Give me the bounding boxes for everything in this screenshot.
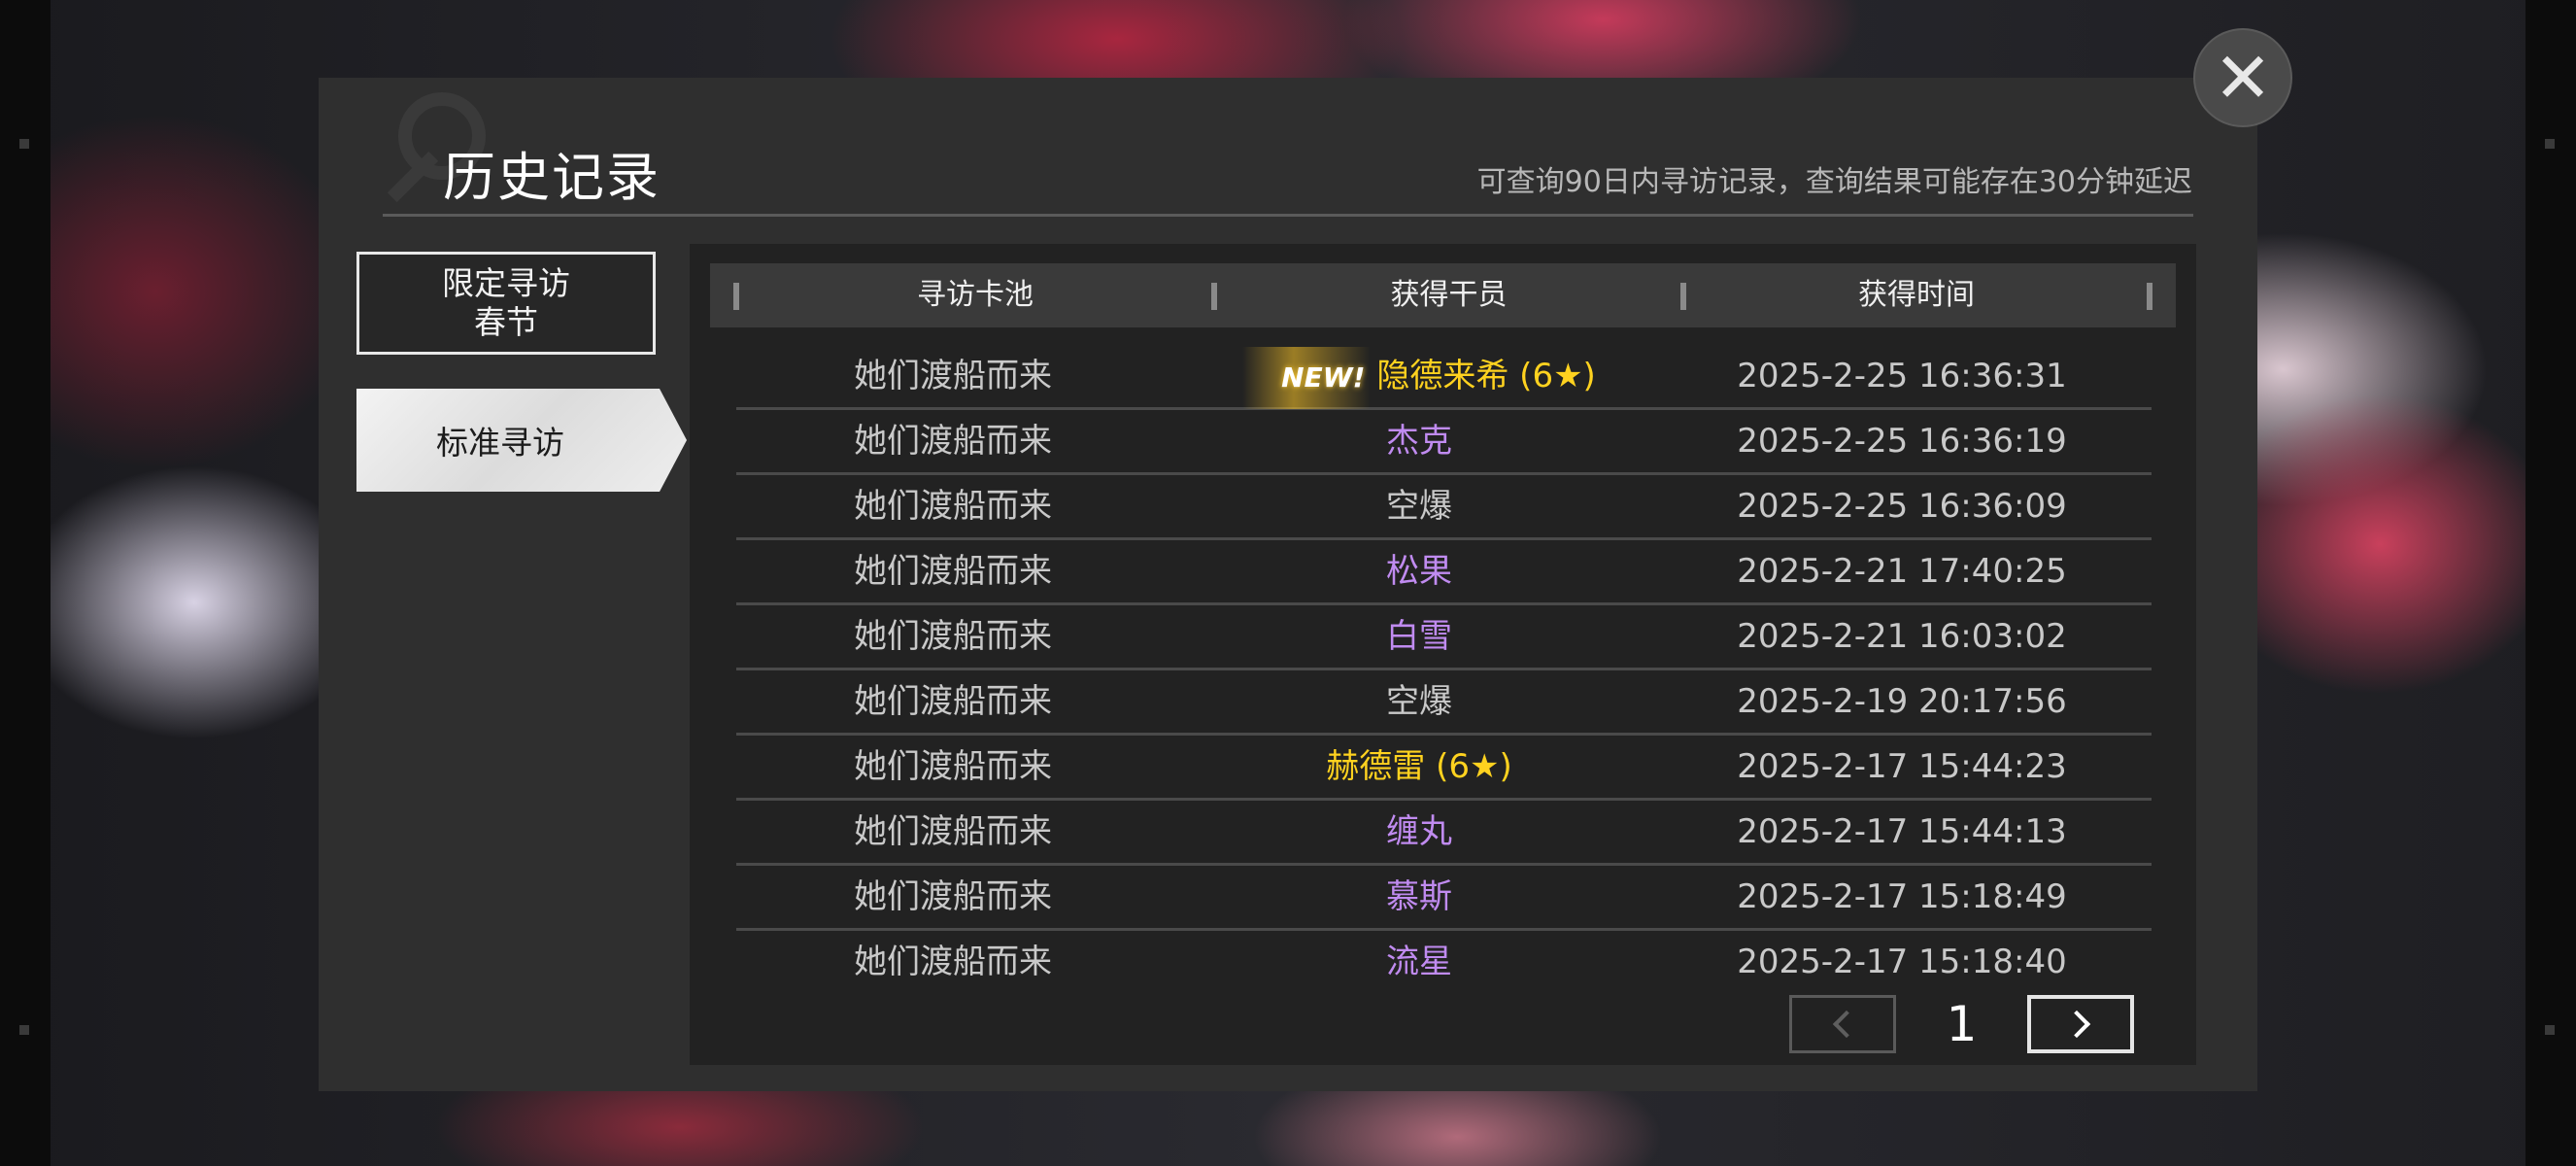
operator-name: 慕斯 <box>1386 877 1452 916</box>
page-number: 1 <box>1946 996 1978 1052</box>
close-icon: ✕ <box>2213 37 2273 119</box>
operator-name: 白雪 <box>1386 617 1452 656</box>
table-row: 她们渡船而来 赫德雷 (6★) 2025-2-17 15:44:23 <box>736 736 2152 801</box>
history-table-panel: 寻访卡池 获得干员 获得时间 她们渡船而来 NEW! 隐德来希 (6★) 2025-2… <box>690 244 2196 1065</box>
operator-cell: 白雪 <box>1169 605 1669 668</box>
pool-cell: 她们渡船而来 <box>854 422 1052 461</box>
time-cell: 2025-2-17 15:18:49 <box>1737 877 2067 916</box>
right-edge-frame <box>2525 0 2576 1166</box>
operator-cell: 缠丸 <box>1169 801 1669 863</box>
header-time: 获得时间 <box>1858 278 1975 312</box>
tab-limited-pool[interactable]: 限定寻访 春节 <box>356 252 656 355</box>
dialog-subtitle: 可查询90日内寻访记录，查询结果可能存在30分钟延迟 <box>1476 165 2192 199</box>
table-row: 她们渡船而来 NEW! 隐德来希 (6★) 2025-2-25 16:36:31 <box>736 345 2152 410</box>
operator-name: 赫德雷 (6★) <box>1326 747 1512 786</box>
operator-cell: 杰克 <box>1169 410 1669 472</box>
table-row: 她们渡船而来 杰克 2025-2-25 16:36:19 <box>736 410 2152 475</box>
table-row: 她们渡船而来 空爆 2025-2-19 20:17:56 <box>736 670 2152 736</box>
table-row: 她们渡船而来 松果 2025-2-21 17:40:25 <box>736 540 2152 605</box>
operator-name: 流星 <box>1386 943 1452 981</box>
prev-page-button[interactable] <box>1789 995 1896 1053</box>
operator-name: 松果 <box>1386 552 1452 591</box>
chevron-left-icon <box>1832 1010 1861 1039</box>
operator-name: 空爆 <box>1386 487 1452 526</box>
table-body: 她们渡船而来 NEW! 隐德来希 (6★) 2025-2-25 16:36:31 她们渡… <box>736 345 2152 996</box>
tab-limited-label: 限定寻访 春节 <box>442 264 570 341</box>
title-divider <box>383 214 2193 217</box>
pool-cell: 她们渡船而来 <box>854 487 1052 526</box>
pool-cell: 她们渡船而来 <box>854 812 1052 851</box>
time-cell: 2025-2-17 15:44:13 <box>1737 812 2067 851</box>
operator-name: 隐德来希 (6★) <box>1376 357 1596 395</box>
pool-cell: 她们渡船而来 <box>854 357 1052 395</box>
pool-cell: 她们渡船而来 <box>854 552 1052 591</box>
table-row: 她们渡船而来 慕斯 2025-2-17 15:18:49 <box>736 866 2152 931</box>
pool-cell: 她们渡船而来 <box>854 682 1052 721</box>
time-cell: 2025-2-17 15:18:40 <box>1737 943 2067 981</box>
operator-name: 缠丸 <box>1386 812 1452 851</box>
operator-cell: 空爆 <box>1169 475 1669 537</box>
new-badge: NEW! <box>1242 347 1372 409</box>
chevron-right-icon <box>2062 1010 2091 1039</box>
operator-cell: 赫德雷 (6★) <box>1169 736 1669 798</box>
pool-cell: 她们渡船而来 <box>854 943 1052 981</box>
time-cell: 2025-2-25 16:36:19 <box>1737 422 2067 461</box>
pool-cell: 她们渡船而来 <box>854 747 1052 786</box>
table-row: 她们渡船而来 白雪 2025-2-21 16:03:02 <box>736 605 2152 670</box>
time-cell: 2025-2-21 16:03:02 <box>1737 617 2067 656</box>
time-cell: 2025-2-19 20:17:56 <box>1737 682 2067 721</box>
dialog-title: 历史记录 <box>443 147 661 208</box>
table-header: 寻访卡池 获得干员 获得时间 <box>710 263 2176 327</box>
table-row: 她们渡船而来 缠丸 2025-2-17 15:44:13 <box>736 801 2152 866</box>
table-row: 她们渡船而来 空爆 2025-2-25 16:36:09 <box>736 475 2152 540</box>
time-cell: 2025-2-17 15:44:23 <box>1737 747 2067 786</box>
operator-cell: 流星 <box>1169 931 1669 993</box>
time-cell: 2025-2-25 16:36:09 <box>1737 487 2067 526</box>
operator-cell: 空爆 <box>1169 670 1669 733</box>
operator-name: 空爆 <box>1386 682 1452 721</box>
pool-cell: 她们渡船而来 <box>854 617 1052 656</box>
operator-name: 杰克 <box>1386 422 1452 461</box>
operator-cell: 慕斯 <box>1169 866 1669 928</box>
tab-standard-label: 标准寻访 <box>436 424 564 462</box>
time-cell: 2025-2-21 17:40:25 <box>1737 552 2067 591</box>
close-button[interactable]: ✕ <box>2195 30 2290 125</box>
left-edge-frame <box>0 0 51 1166</box>
tab-standard-pool[interactable]: 标准寻访 <box>356 389 687 492</box>
operator-cell: NEW! 隐德来希 (6★) <box>1169 345 1669 409</box>
operator-cell: 松果 <box>1169 540 1669 602</box>
header-operator: 获得干员 <box>1390 278 1508 312</box>
next-page-button[interactable] <box>2027 995 2134 1053</box>
header-divider-tick <box>2147 283 2152 310</box>
pool-cell: 她们渡船而来 <box>854 877 1052 916</box>
table-row: 她们渡船而来 流星 2025-2-17 15:18:40 <box>736 931 2152 996</box>
header-pool: 寻访卡池 <box>917 278 1034 312</box>
time-cell: 2025-2-25 16:36:31 <box>1737 357 2067 395</box>
